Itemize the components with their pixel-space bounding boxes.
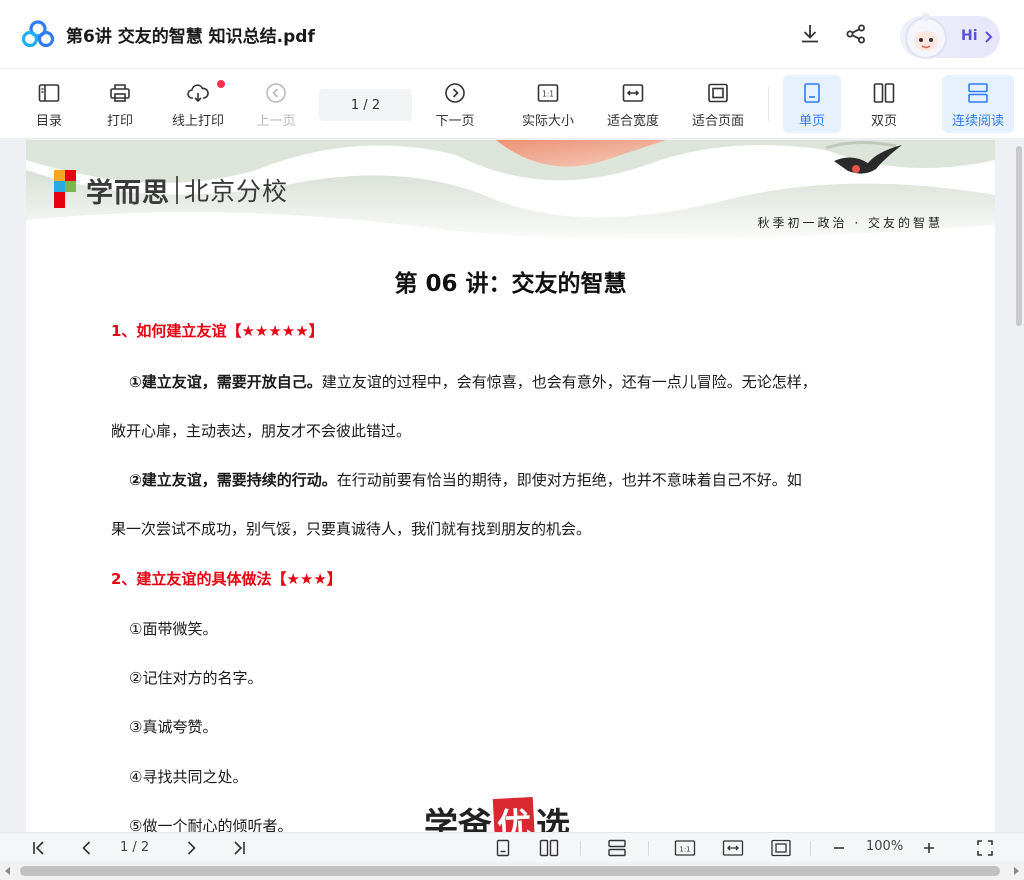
document-viewer[interactable]: 学而思 北京分校 秋季初一政治 · 交友的智慧 第 06 讲：交友的智慧 1、如… [0, 138, 1024, 832]
notification-dot [217, 80, 225, 88]
list-item: ⑤做一个耐心的倾听者。 [129, 817, 293, 832]
prev-page-button[interactable]: 上一页 [251, 75, 301, 133]
app-logo-icon [22, 20, 54, 48]
actual-size-label: 实际大小 [521, 114, 574, 129]
zoom-in-icon[interactable] [918, 838, 940, 858]
printer-icon [110, 84, 130, 102]
assistant-button[interactable]: Hi [900, 13, 1000, 59]
page-number-input[interactable]: 1 / 2 [319, 89, 412, 121]
fit-width-label: 适合宽度 [606, 114, 659, 129]
bottom-divider [580, 841, 581, 856]
paragraph-2: ②建立友谊，需要持续的行动。在行动前要有恰当的期待，即使对方拒绝，也并不意味着自… [129, 469, 802, 490]
share-icon[interactable] [842, 20, 870, 48]
assistant-avatar-icon [905, 13, 947, 59]
brand-header: 学而思 北京分校 [54, 170, 288, 210]
bottom-divider [810, 841, 811, 856]
cloud-print-icon [187, 84, 209, 103]
double-page-icon [873, 83, 895, 103]
zoom-out-icon[interactable] [828, 838, 850, 858]
svg-text:1:1: 1:1 [542, 90, 554, 99]
fit-width-icon [622, 84, 644, 102]
fit-page-button[interactable]: 适合页面 [686, 75, 750, 133]
next-page-label: 下一页 [435, 114, 475, 129]
next-page-icon [445, 83, 465, 103]
single-page-label: 单页 [798, 114, 825, 129]
toolbar: 目录 打印 线上打印 上一页 1 / 2 下一页 1:1 实际大小 适合宽度 适… [0, 68, 1024, 138]
section-heading-1: 1、如何建立友谊【★★★★★】 [111, 322, 324, 340]
fit-width-button[interactable]: 适合宽度 [601, 75, 665, 133]
online-print-button[interactable]: 线上打印 [165, 75, 231, 133]
first-page-icon[interactable] [28, 838, 50, 858]
vertical-scroll-thumb[interactable] [1016, 146, 1022, 326]
online-print-label: 线上打印 [171, 114, 224, 129]
paragraph-1-bold: ①建立友谊，需要开放自己。 [129, 373, 322, 391]
list-item: ①面带微笑。 [129, 620, 218, 638]
title-bar: 第6讲 交友的智慧 知识总结.pdf Hi [0, 0, 1024, 68]
fit-page-icon[interactable] [770, 838, 792, 858]
brand-logo-icon [54, 170, 76, 208]
lesson-title: 第 06 讲：交友的智慧 [394, 271, 627, 297]
single-page-icon[interactable] [492, 838, 514, 858]
chevron-right-icon [985, 31, 993, 43]
paragraph-2-bold: ②建立友谊，需要持续的行动。 [129, 471, 337, 489]
toc-icon [38, 84, 60, 102]
bottom-divider [648, 841, 649, 856]
paragraph-2-continued: 果一次尝试不成功，别气馁，只要真诚待人，我们就有找到朋友的机会。 [111, 520, 592, 538]
single-page-icon [804, 83, 820, 103]
download-icon[interactable] [796, 20, 824, 48]
svg-text:1:1: 1:1 [679, 846, 690, 854]
paragraph-1-continued: 敞开心扉，主动表达，朋友才不会彼此错过。 [111, 422, 412, 440]
double-page-icon[interactable] [538, 838, 560, 858]
horizontal-scrollbar[interactable] [0, 862, 1024, 880]
section-heading-2: 2、建立友谊的具体做法【★★★】 [111, 570, 342, 588]
pdf-page: 学而思 北京分校 秋季初一政治 · 交友的智慧 第 06 讲：交友的智慧 1、如… [26, 140, 995, 832]
brand-branch: 北京分校 [184, 177, 289, 206]
course-line: 秋季初一政治 · 交友的智慧 [757, 216, 943, 230]
fit-width-icon[interactable] [722, 838, 744, 858]
scroll-right-icon[interactable] [1012, 867, 1020, 875]
double-page-button[interactable]: 双页 [856, 75, 912, 133]
vertical-scrollbar[interactable] [1014, 140, 1024, 830]
horizontal-scroll-thumb[interactable] [20, 866, 1000, 876]
continuous-read-label: 连续阅读 [951, 114, 1004, 129]
fit-page-icon [708, 83, 728, 103]
double-page-label: 双页 [870, 114, 897, 129]
continuous-read-button[interactable]: 连续阅读 [942, 75, 1014, 133]
paragraph-2-text: 在行动前要有恰当的期待，即使对方拒绝，也并不意味着自己不好。如 [336, 471, 802, 489]
list-item: ④寻找共同之处。 [129, 768, 248, 786]
paragraph-1: ①建立友谊，需要开放自己。建立友谊的过程中，会有惊喜，也会有意外，还有一点儿冒险… [129, 371, 817, 392]
actual-size-icon[interactable]: 1:1 [674, 838, 696, 858]
next-page-button[interactable]: 下一页 [430, 75, 480, 133]
actual-size-icon: 1:1 [537, 84, 559, 102]
bottom-page-indicator[interactable]: 1 / 2 [120, 840, 149, 855]
fit-page-label: 适合页面 [691, 114, 744, 129]
continuous-icon [968, 83, 988, 103]
document-title: 第6讲 交友的智慧 知识总结.pdf [66, 27, 315, 47]
prev-page-icon [266, 83, 286, 103]
assistant-label: Hi [961, 28, 978, 44]
toolbar-divider [768, 87, 769, 121]
brand-name: 学而思 [86, 177, 170, 209]
toc-button[interactable]: 目录 [24, 75, 74, 133]
single-page-button[interactable]: 单页 [783, 75, 841, 133]
prev-page-label: 上一页 [256, 114, 296, 129]
fullscreen-icon[interactable] [974, 838, 996, 858]
list-item: ③真诚夸赞。 [129, 718, 218, 736]
zoom-level[interactable]: 100% [866, 839, 903, 854]
print-label: 打印 [106, 114, 133, 129]
next-page-icon[interactable] [180, 838, 202, 858]
bottom-bar: 1 / 2 1:1 100% [0, 832, 1024, 862]
actual-size-button[interactable]: 1:1 实际大小 [516, 75, 580, 133]
toc-label: 目录 [35, 114, 62, 129]
continuous-icon[interactable] [606, 838, 628, 858]
list-item: ②记住对方的名字。 [129, 669, 263, 687]
paragraph-1-text: 建立友谊的过程中，会有惊喜，也会有意外，还有一点儿冒险。无论怎样， [321, 373, 817, 391]
prev-page-icon[interactable] [76, 838, 98, 858]
print-button[interactable]: 打印 [95, 75, 145, 133]
last-page-icon[interactable] [228, 838, 250, 858]
scroll-left-icon[interactable] [4, 867, 12, 875]
brand-separator [176, 176, 178, 204]
